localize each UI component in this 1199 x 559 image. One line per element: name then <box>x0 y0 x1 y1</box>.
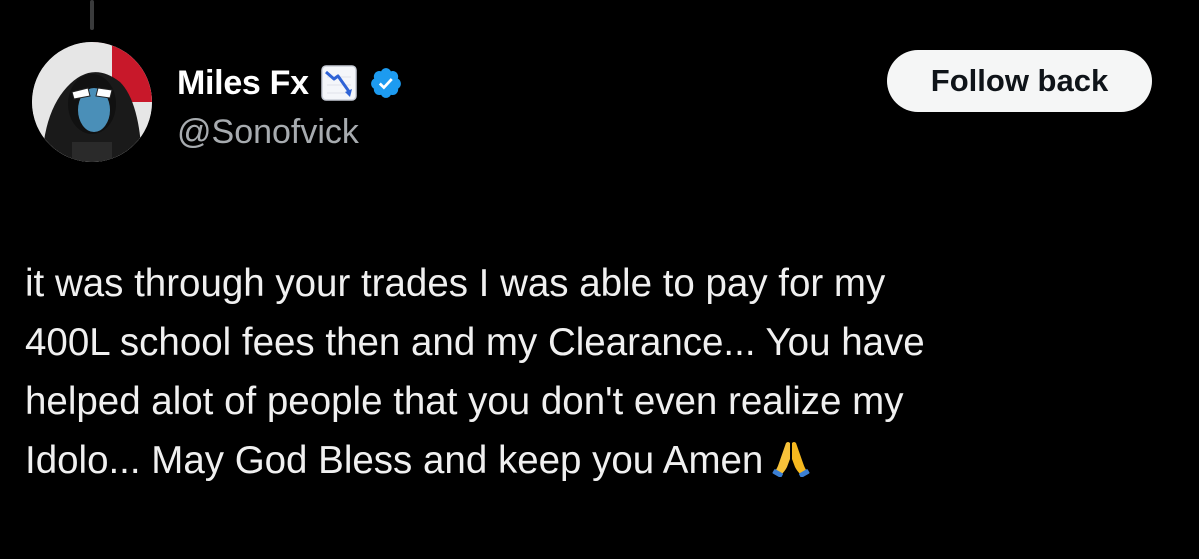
author-name-row: Miles Fx <box>177 62 403 104</box>
post-text-line: 400L school fees then and my Clearance..… <box>25 321 925 364</box>
author-display-name[interactable]: Miles Fx <box>177 64 309 103</box>
author-handle[interactable]: @Sonofvick <box>177 113 359 152</box>
thread-connector-line <box>90 0 94 30</box>
post-body: it was through your trades I was able to… <box>25 254 1185 490</box>
post-text-line: helped alot of people that you don't eve… <box>25 380 904 423</box>
post-text-line: Idolo... May God Bless and keep you Amen <box>25 439 764 482</box>
follow-back-button[interactable]: Follow back <box>887 50 1152 112</box>
chart-decreasing-icon <box>321 65 357 101</box>
folded-hands-icon <box>771 435 811 478</box>
post-text-line-last: Idolo... May God Bless and keep you Amen <box>25 431 1185 490</box>
avatar[interactable] <box>32 42 152 162</box>
verified-badge-icon <box>369 66 403 100</box>
avatar-image <box>32 42 152 162</box>
post-text-line: it was through your trades I was able to… <box>25 262 886 305</box>
